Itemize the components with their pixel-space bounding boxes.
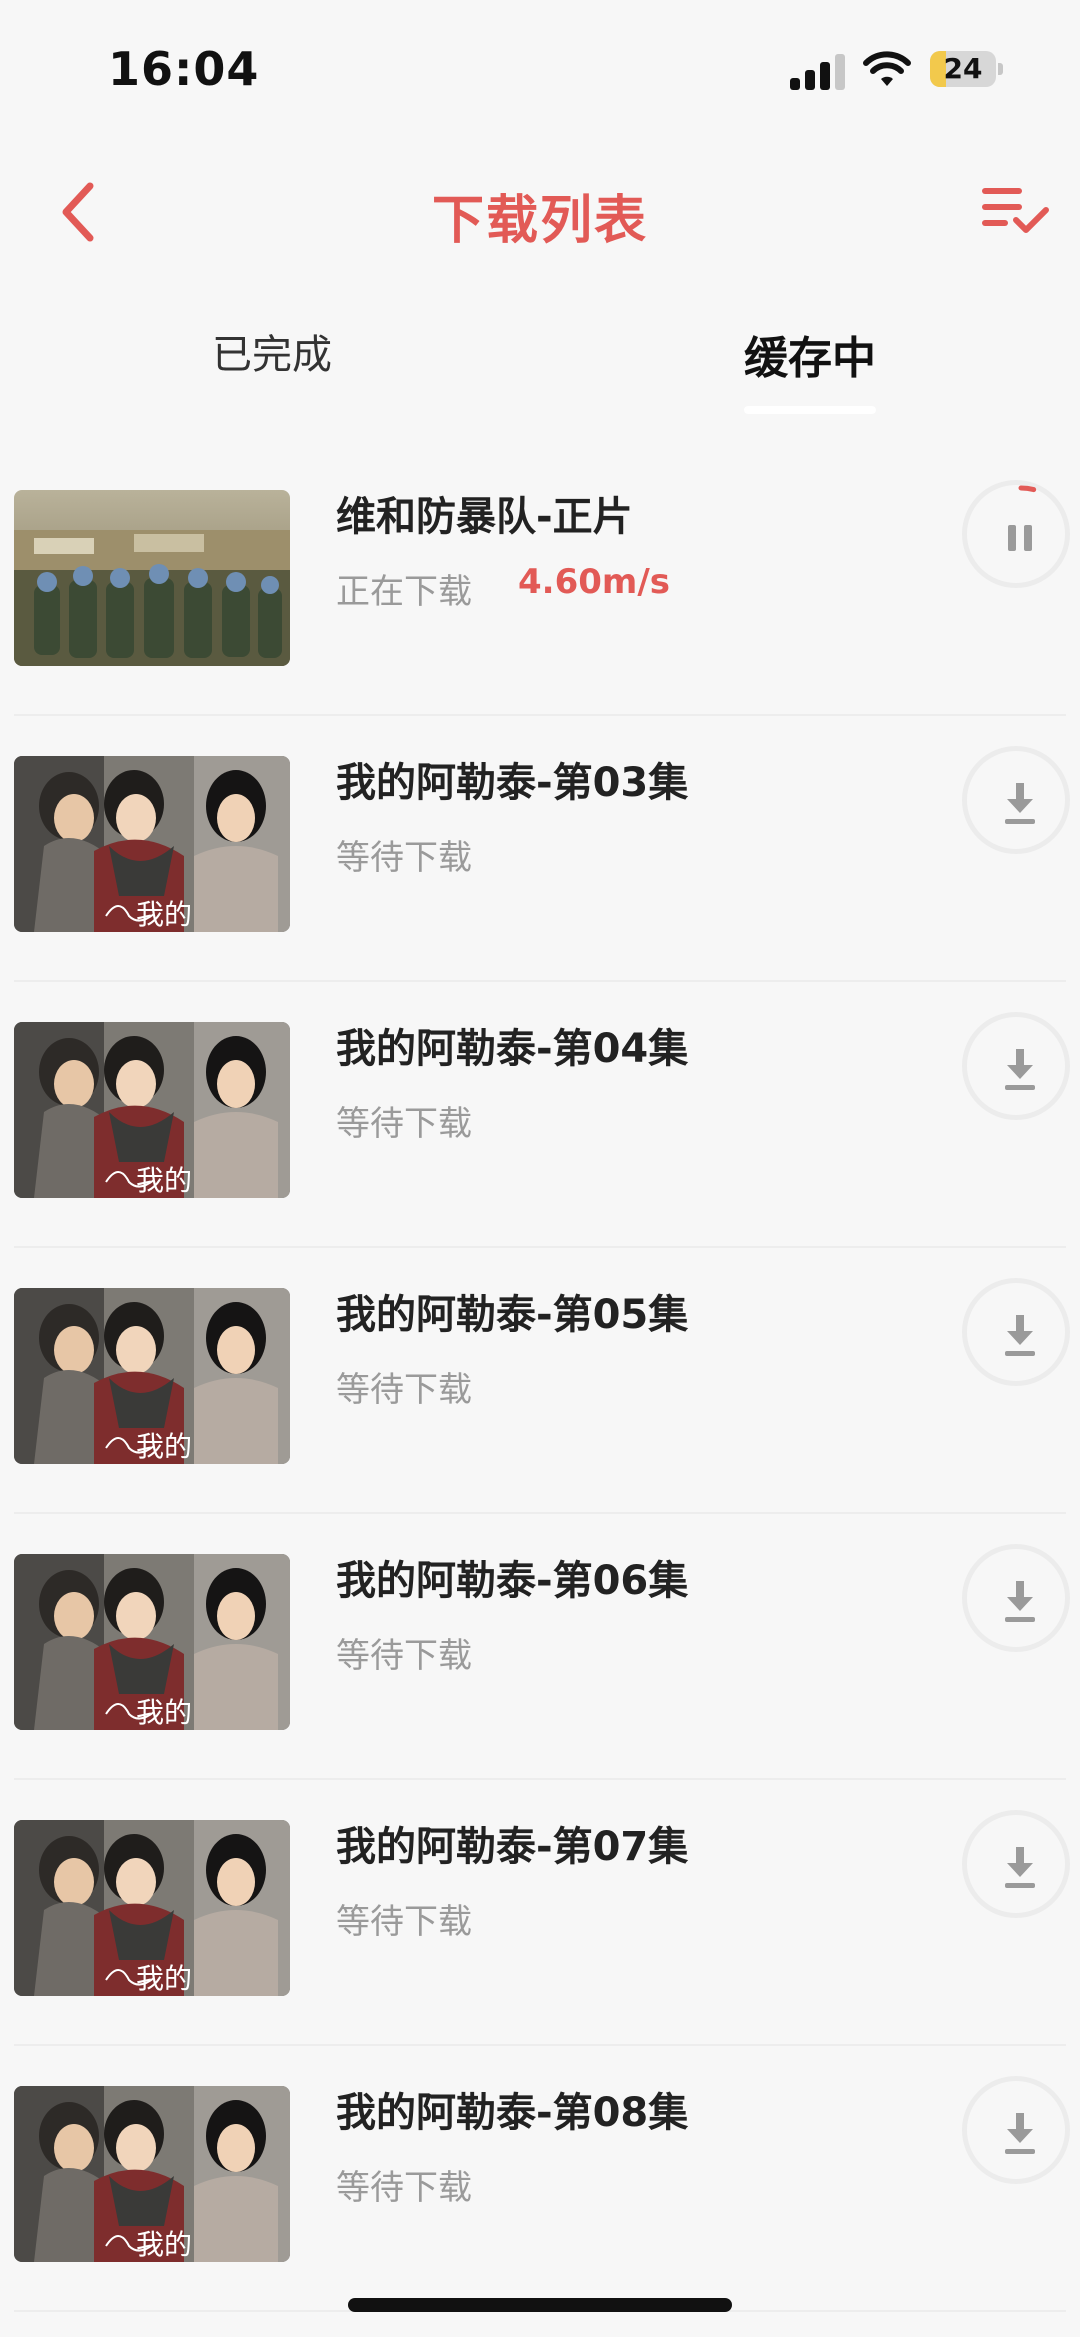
item-status: 等待下载 <box>336 1370 472 1410</box>
video-thumbnail: 我的 <box>14 2086 290 2262</box>
list-item[interactable]: 我的 我的阿勒泰-第06集 等待下载 <box>0 1514 1080 1780</box>
list-check-icon <box>982 188 1049 233</box>
list-item[interactable]: 我的 我的阿勒泰-第03集 等待下载 <box>0 716 1080 982</box>
page-title: 下载列表 <box>431 191 648 251</box>
thumbnail-caption: 我的 <box>136 1696 192 1729</box>
item-status: 正在下载 <box>336 572 472 612</box>
download-button[interactable] <box>962 2076 1070 2184</box>
list-item[interactable]: 我的 我的阿勒泰-第08集 等待下载 <box>0 2046 1080 2312</box>
status-bar: 16:04 24 <box>0 0 1080 140</box>
item-title: 我的阿勒泰-第03集 <box>336 760 689 806</box>
tab-completed[interactable]: 已完成 <box>212 322 332 380</box>
battery-percent: 24 <box>943 52 983 85</box>
pause-icon <box>1008 485 1037 551</box>
item-title: 我的阿勒泰-第06集 <box>336 1558 689 1604</box>
download-icon <box>1005 783 1035 824</box>
video-thumbnail: 我的 <box>14 1022 290 1198</box>
tab-caching[interactable]: 缓存中 <box>744 322 876 386</box>
item-title: 我的阿勒泰-第08集 <box>336 2090 689 2136</box>
battery-icon: 24 <box>930 51 1004 87</box>
item-title: 我的阿勒泰-第05集 <box>336 1292 689 1338</box>
download-button[interactable] <box>962 1278 1070 1386</box>
active-tab-indicator <box>744 406 876 414</box>
download-button[interactable] <box>962 1544 1070 1652</box>
list-item[interactable]: 我的 我的阿勒泰-第05集 等待下载 <box>0 1248 1080 1514</box>
download-speed: 4.60m/s <box>518 562 670 602</box>
nav-bar: 下载列表 <box>0 150 1080 270</box>
video-thumbnail: 我的 <box>14 1288 290 1464</box>
item-status: 等待下载 <box>336 1104 472 1144</box>
item-title: 我的阿勒泰-第04集 <box>336 1026 689 1072</box>
download-button[interactable] <box>962 1810 1070 1918</box>
wifi-icon <box>863 51 911 86</box>
item-status: 等待下载 <box>336 838 472 878</box>
video-thumbnail <box>14 490 290 666</box>
thumbnail-caption: 我的 <box>136 2228 192 2261</box>
video-thumbnail: 我的 <box>14 756 290 932</box>
thumbnail-caption: 我的 <box>136 1164 192 1197</box>
download-button[interactable] <box>962 1012 1070 1120</box>
video-thumbnail: 我的 <box>14 1820 290 1996</box>
item-status: 等待下载 <box>336 1902 472 1942</box>
item-title: 维和防暴队-正片 <box>336 494 633 540</box>
download-list: 维和防暴队-正片 正在下载 4.60m/s 我的 我的阿勒泰-第03集 等待下载… <box>0 450 1080 2312</box>
status-time: 16:04 <box>108 42 260 96</box>
download-button[interactable] <box>962 746 1070 854</box>
home-indicator <box>348 2298 732 2312</box>
list-item[interactable]: 维和防暴队-正片 正在下载 4.60m/s <box>0 450 1080 716</box>
item-status: 等待下载 <box>336 2168 472 2208</box>
thumbnail-caption: 我的 <box>136 1430 192 1463</box>
manage-button[interactable] <box>980 184 1050 236</box>
tab-bar: 已完成 缓存中 <box>0 300 1080 420</box>
download-icon <box>1005 1581 1035 1622</box>
item-title: 我的阿勒泰-第07集 <box>336 1824 689 1870</box>
list-item[interactable]: 我的 我的阿勒泰-第04集 等待下载 <box>0 982 1080 1248</box>
pause-button[interactable] <box>962 480 1070 588</box>
cellular-signal-icon <box>790 54 846 90</box>
list-item[interactable]: 我的 我的阿勒泰-第07集 等待下载 <box>0 1780 1080 2046</box>
thumbnail-caption: 我的 <box>136 1962 192 1995</box>
download-icon <box>1005 1315 1035 1356</box>
video-thumbnail: 我的 <box>14 1554 290 1730</box>
download-icon <box>1005 1847 1035 1888</box>
item-status: 等待下载 <box>336 1636 472 1676</box>
download-icon <box>1005 2113 1035 2154</box>
download-icon <box>1005 1049 1035 1090</box>
thumbnail-caption: 我的 <box>136 898 192 931</box>
